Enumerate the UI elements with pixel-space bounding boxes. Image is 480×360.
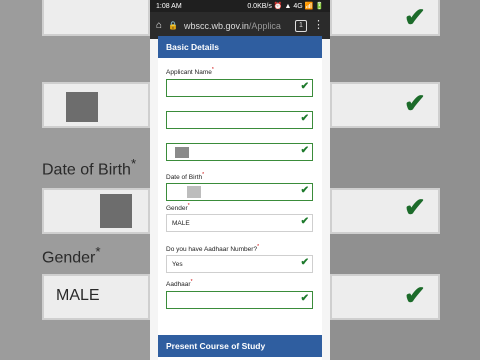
aadhaar-question-label: Do you have Aadhaar Number?* [166,244,260,254]
section-present-course: Present Course of Study [158,335,322,357]
url-field[interactable]: wbscc.wb.gov.in/Applica [184,21,289,31]
applicant-name-field[interactable]: ✔ [166,79,313,97]
aadhaar-question-value: Yes [172,260,183,268]
redacted-block [187,186,201,198]
tab-switcher-icon[interactable]: 1 [295,19,307,32]
status-time: 1:08 AM [156,2,182,10]
name-field-3[interactable]: ✔ [166,143,313,161]
check-icon: ✔ [300,81,309,92]
status-bar: 1:08 AM 0.0KB/s ⏰ ▲ 4G 📶 🔋 [150,0,330,12]
browser-toolbar: ⌂ 🔒 wbscc.wb.gov.in/Applica 1 ⋮ [150,12,330,39]
bg-check-icon: ✔ [404,2,426,32]
dob-label: Date of Birth* [166,172,205,182]
aadhaar-field[interactable]: ✔ [166,291,313,309]
bg-gender-value: MALE [56,287,100,304]
bg-gender-label: Gender* [42,244,101,267]
applicant-name-label: Applicant Name* [166,67,214,77]
bg-dob-label: Date of Birth* [42,156,137,179]
bg-field [42,0,150,36]
check-icon: ✔ [300,257,309,268]
bg-field [42,188,150,234]
check-icon: ✔ [300,185,309,196]
gender-label: Gender* [166,203,190,213]
home-icon[interactable]: ⌂ [156,20,162,31]
aadhaar-label: Aadhaar* [166,279,193,289]
bg-redacted [100,194,132,228]
more-menu-icon[interactable]: ⋮ [313,20,324,31]
gender-select[interactable]: MALE ✔ [166,214,313,232]
bg-redacted [66,92,98,122]
name-field-2[interactable]: ✔ [166,111,313,129]
lock-icon: 🔒 [168,21,179,30]
dob-field[interactable]: ✔ [166,183,313,201]
check-icon: ✔ [300,113,309,124]
gender-value: MALE [172,219,190,227]
aadhaar-question-select[interactable]: Yes ✔ [166,255,313,273]
bg-check-icon: ✔ [404,88,426,118]
check-icon: ✔ [300,293,309,304]
bg-check-icon: ✔ [404,192,426,222]
status-icons: 0.0KB/s ⏰ ▲ 4G 📶 🔋 [247,3,324,10]
check-icon: ✔ [300,145,309,156]
phone-screen: 1:08 AM 0.0KB/s ⏰ ▲ 4G 📶 🔋 ⌂ 🔒 wbscc.wb.… [150,0,330,360]
redacted-block [175,147,189,158]
check-icon: ✔ [300,216,309,227]
page-content: Basic Details Applicant Name* ✔ ✔ ✔ Date… [150,36,330,360]
section-basic-details: Basic Details [158,36,322,58]
bg-check-icon: ✔ [404,280,426,310]
